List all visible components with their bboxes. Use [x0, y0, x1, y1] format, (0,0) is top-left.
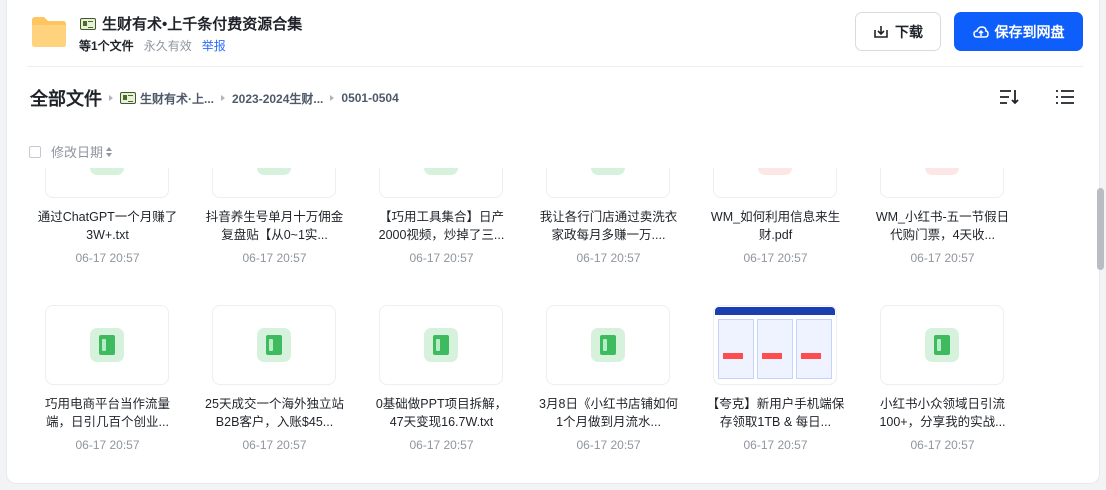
select-all-checkbox[interactable] [29, 145, 41, 158]
txt-icon [90, 328, 124, 362]
file-card[interactable]: 小红书小众领域日引流100+，分享我的实战... 06-17 20:57 [870, 305, 1020, 475]
file-date: 06-17 20:57 [743, 251, 808, 265]
sort-arrows-icon [106, 147, 113, 157]
file-card[interactable]: 抖音养生号单月十万佣金复盘贴【从0~1实... 06-17 20:57 [202, 168, 352, 288]
file-card[interactable]: WM_小红书-五一节假日代购门票，4天收... 06-17 20:57 [870, 168, 1020, 288]
txt-icon [925, 328, 959, 362]
validity: 永久有效 [143, 39, 192, 53]
file-card[interactable]: 通过ChatGPT一个月赚了3W+.txt 06-17 20:57 [35, 168, 185, 288]
file-date: 06-17 20:57 [910, 251, 975, 265]
txt-icon [424, 328, 458, 362]
file-count: 等1个文件 [79, 39, 134, 53]
breadcrumb-separator-icon [109, 95, 113, 101]
header-divider [27, 66, 1083, 67]
breadcrumb-item-label: 生财有术·上... [140, 91, 214, 106]
share-title: 生财有术•上千条付费资源合集 [102, 16, 303, 33]
download-button[interactable]: 下载 [855, 12, 941, 51]
file-card[interactable]: WM_如何利用信息来生财.pdf 06-17 20:57 [703, 168, 853, 288]
breadcrumb-root[interactable]: 全部文件 [30, 85, 102, 111]
file-date: 06-17 20:57 [576, 251, 641, 265]
file-thumbnail[interactable] [713, 305, 837, 385]
file-card[interactable]: 3月8日《小红书店铺如何1个月做到月流水... 06-17 20:57 [536, 305, 686, 475]
file-name: 【夸克】新用户手机端保存领取1TB & 每日... [706, 397, 845, 429]
file-thumbnail[interactable] [880, 168, 1004, 198]
file-name: WM_小红书-五一节假日代购门票，4天收... [875, 210, 1010, 242]
cloud-upload-icon [972, 25, 989, 38]
sort-label: 修改日期 [51, 145, 104, 160]
file-name: 小红书小众领域日引流100+，分享我的实战... [879, 397, 1006, 429]
save-to-drive-button[interactable]: 保存到网盘 [954, 12, 1083, 51]
download-icon [874, 25, 888, 38]
file-date: 06-17 20:57 [75, 438, 140, 452]
file-thumbnail[interactable] [212, 305, 336, 385]
sort-order-icon[interactable] [999, 88, 1019, 106]
breadcrumb-item[interactable]: 生财有术·上... [120, 90, 214, 107]
image-thumbnail [715, 307, 835, 383]
report-link[interactable]: 举报 [202, 37, 226, 54]
file-date: 06-17 20:57 [576, 438, 641, 452]
money-tag-icon [120, 92, 136, 104]
txt-icon [257, 168, 291, 175]
txt-icon [591, 168, 625, 175]
file-thumbnail[interactable] [379, 168, 503, 198]
txt-icon [90, 168, 124, 175]
txt-icon [424, 168, 458, 175]
file-name: 3月8日《小红书店铺如何1个月做到月流水... [539, 397, 678, 429]
file-thumbnail[interactable] [212, 168, 336, 198]
list-view-icon[interactable] [1055, 88, 1075, 106]
txt-icon [591, 328, 625, 362]
download-label: 下载 [895, 23, 923, 40]
file-name: 0基础做PPT项目拆解，47天变现16.7W.txt [375, 397, 508, 429]
file-card[interactable]: 我让各行门店通过卖洗衣家政每月多赚一万.... 06-17 20:57 [536, 168, 686, 288]
file-date: 06-17 20:57 [409, 438, 474, 452]
file-name: 25天成交一个海外独立站B2B客户，入账$45... [205, 397, 344, 429]
file-thumbnail[interactable] [546, 168, 670, 198]
file-date: 06-17 20:57 [242, 438, 307, 452]
file-card[interactable]: 【夸克】新用户手机端保存领取1TB & 每日... 06-17 20:57 [703, 305, 853, 475]
scrollbar-thumb[interactable] [1097, 188, 1104, 270]
breadcrumb-separator-icon [221, 95, 225, 101]
breadcrumb: 全部文件 生财有术·上... 2023-2024生财... 0501-0504 [30, 86, 399, 110]
title-row: 生财有术•上千条付费资源合集 [80, 13, 302, 34]
file-name: 通过ChatGPT一个月赚了3W+.txt [37, 210, 178, 242]
file-card[interactable]: 0基础做PPT项目拆解，47天变现16.7W.txt 06-17 20:57 [369, 305, 519, 475]
save-label: 保存到网盘 [994, 23, 1065, 40]
share-header: 生财有术•上千条付费资源合集 等1个文件 永久有效 举报 下载 保存到网盘 [7, 0, 1099, 66]
file-card[interactable]: 25天成交一个海外独立站B2B客户，入账$45... 06-17 20:57 [202, 305, 352, 475]
file-card[interactable]: 【巧用工具集合】日产2000视频，炒掉了三... 06-17 20:57 [369, 168, 519, 288]
share-panel: 生财有术•上千条付费资源合集 等1个文件 永久有效 举报 下载 保存到网盘 全部… [6, 0, 1100, 484]
file-thumbnail[interactable] [45, 305, 169, 385]
file-name: WM_如何利用信息来生财.pdf [710, 210, 841, 242]
sort-row: 修改日期 [29, 142, 113, 161]
file-grid: 通过ChatGPT一个月赚了3W+.txt 06-17 20:57 抖音养生号单月十… [7, 168, 1093, 483]
txt-icon [257, 328, 291, 362]
file-date: 06-17 20:57 [910, 438, 975, 452]
share-meta: 等1个文件 永久有效 举报 [79, 37, 226, 54]
file-thumbnail[interactable] [880, 305, 1004, 385]
breadcrumb-item[interactable]: 2023-2024生财... [232, 90, 323, 107]
file-date: 06-17 20:57 [743, 438, 808, 452]
file-name: 我让各行门店通过卖洗衣家政每月多赚一万.... [539, 210, 678, 242]
pdf-icon [758, 168, 792, 175]
file-date: 06-17 20:57 [409, 251, 474, 265]
file-name: 【巧用工具集合】日产2000视频，炒掉了三... [378, 210, 505, 242]
file-name: 巧用电商平台当作流量端，日引几百个创业... [44, 397, 170, 429]
file-date: 06-17 20:57 [75, 251, 140, 265]
file-thumbnail[interactable] [45, 168, 169, 198]
file-thumbnail[interactable] [713, 168, 837, 198]
file-date: 06-17 20:57 [242, 251, 307, 265]
breadcrumb-separator-icon [330, 95, 335, 101]
pdf-icon [925, 168, 959, 175]
breadcrumb-current: 0501-0504 [341, 91, 399, 105]
folder-icon [32, 17, 66, 47]
money-tag-icon [80, 17, 96, 30]
file-card[interactable]: 巧用电商平台当作流量端，日引几百个创业... 06-17 20:57 [35, 305, 185, 475]
file-name: 抖音养生号单月十万佣金复盘贴【从0~1实... [205, 210, 344, 242]
sort-by-date[interactable]: 修改日期 [51, 142, 113, 161]
file-thumbnail[interactable] [379, 305, 503, 385]
file-thumbnail[interactable] [546, 305, 670, 385]
